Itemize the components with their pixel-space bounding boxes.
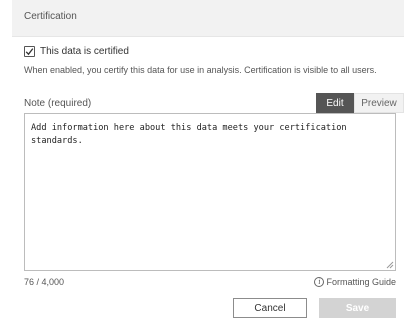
save-button[interactable]: Save xyxy=(319,298,396,318)
info-icon: i xyxy=(314,277,325,287)
note-text[interactable]: Add information here about this data mee… xyxy=(31,122,391,148)
character-count: 76 / 4,000 xyxy=(24,277,65,287)
certified-label[interactable]: This data is certified xyxy=(40,46,129,57)
note-tabs: Edit Preview xyxy=(316,93,404,113)
certification-description: When enabled, you certify this data for … xyxy=(24,65,377,75)
note-textarea[interactable]: Add information here about this data mee… xyxy=(24,113,396,271)
dialog-header: Certification xyxy=(12,0,404,37)
formatting-guide-label[interactable]: Formatting Guide xyxy=(326,277,396,287)
resize-grip-icon[interactable] xyxy=(386,261,394,269)
note-label: Note (required) xyxy=(24,98,92,109)
formatting-guide-link[interactable]: i Formatting Guide xyxy=(314,277,396,287)
checkmark-icon xyxy=(25,47,34,55)
tab-preview[interactable]: Preview xyxy=(354,93,404,113)
certified-checkbox[interactable] xyxy=(24,45,35,57)
cancel-button[interactable]: Cancel xyxy=(233,298,307,318)
dialog-title: Certification xyxy=(24,11,77,22)
certification-dialog: Certification This data is certified Whe… xyxy=(12,0,404,324)
tab-edit[interactable]: Edit xyxy=(316,93,354,113)
certified-option[interactable]: This data is certified xyxy=(24,44,129,58)
